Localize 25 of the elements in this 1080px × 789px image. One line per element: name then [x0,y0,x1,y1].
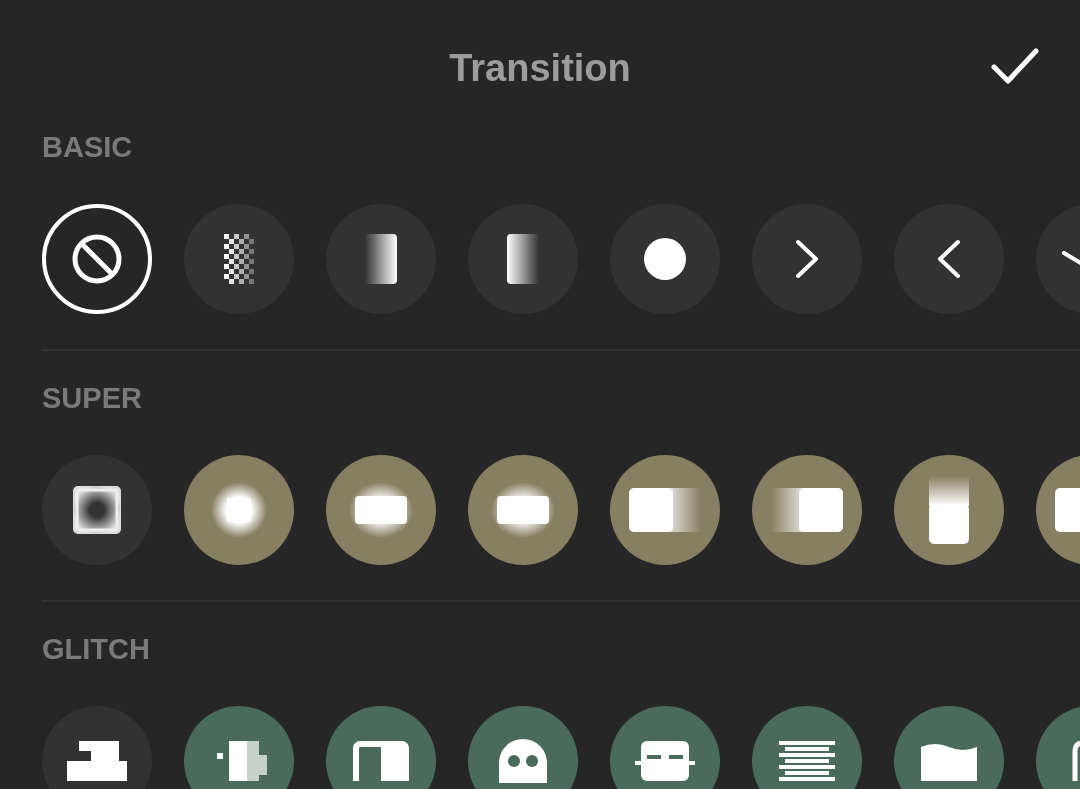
sliding-square-icon [629,488,701,532]
checkered-icon [224,234,254,284]
blurred-rect-icon [349,482,413,538]
frame-icon [353,741,409,781]
blurred-rect-icon [491,482,555,538]
section-label: SUPER [42,381,143,415]
dot-icon [644,238,686,280]
sliding-square-icon [771,488,843,532]
section-label: GLITCH [42,632,151,666]
sliding-square-icon [929,476,969,544]
section-label: BASIC [42,130,134,164]
pixel-shape-icon [635,741,695,781]
screen-title: Transition [449,46,631,90]
chevron-right-icon [795,239,819,279]
prohibited-icon [71,233,123,285]
gradient-rect-icon [507,234,539,284]
transition-option[interactable] [42,204,152,314]
chevron-left-icon [937,239,961,279]
inset-square-icon [73,486,121,534]
gradient-rect-icon [365,234,397,284]
wavy-flag-icon [921,741,977,781]
ghost-icon [499,739,547,783]
checkmark-icon [991,47,1039,85]
pixel-shape-icon [67,741,127,781]
striped-icon [779,741,835,781]
